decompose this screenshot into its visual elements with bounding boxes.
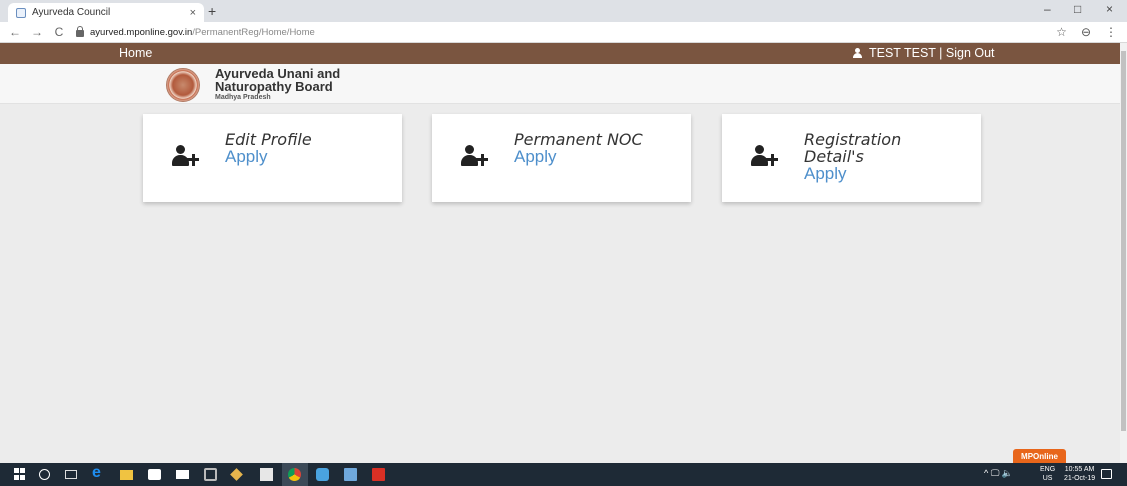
card-title-line-1: Registration: [804, 130, 902, 149]
clock-date: 21-Oct-19: [1064, 475, 1096, 482]
user-menu[interactable]: TEST TEST | Sign Out: [853, 46, 995, 60]
windows-taskbar: e ^ 🖵 🔈 ENG US 10:55 AM 21-Oct-19: [0, 463, 1127, 486]
card-title: Permanent NOC: [514, 130, 643, 149]
url-field[interactable]: ayurved.mponline.gov.in /PermanentReg/Ho…: [76, 24, 315, 40]
brand-header: Ayurveda Unani and Naturopathy Board Mad…: [0, 64, 1120, 104]
browser-tab[interactable]: Ayurveda Council ×: [8, 3, 204, 22]
scrollbar-thumb[interactable]: [1121, 51, 1126, 431]
close-window-button[interactable]: ×: [1106, 2, 1113, 16]
chrome-icon[interactable]: [288, 468, 301, 481]
bookmark-star-icon[interactable]: ☆: [1056, 25, 1067, 39]
new-tab-button[interactable]: +: [208, 3, 216, 19]
add-user-icon: [461, 145, 491, 169]
language-indicator[interactable]: ENG US: [1040, 465, 1055, 483]
url-path: /PermanentReg/Home/Home: [192, 26, 315, 38]
card-title: Edit Profile: [225, 130, 312, 149]
card-title-line-2: Detail's: [804, 147, 864, 166]
file-explorer-icon[interactable]: [120, 470, 133, 480]
back-button[interactable]: ←: [8, 25, 22, 39]
user-icon: [853, 48, 862, 58]
document-icon[interactable]: [344, 468, 357, 481]
brand-line-3: Madhya Pradesh: [215, 94, 271, 101]
registration-details-card[interactable]: Registration Detail's Apply: [722, 114, 981, 202]
mponline-badge[interactable]: MPOnline: [1013, 449, 1066, 464]
clock-time: 10:55 AM: [1064, 466, 1095, 473]
vertical-scrollbar[interactable]: [1120, 43, 1127, 463]
board-logo: [166, 68, 200, 102]
mail-icon[interactable]: [176, 470, 189, 479]
system-tray-icons[interactable]: ^ 🖵 🔈: [984, 468, 1013, 479]
site-navbar: Home TEST TEST | Sign Out: [0, 43, 1120, 64]
brand-line-2: Naturopathy Board: [215, 79, 333, 94]
lock-icon: [76, 25, 84, 37]
edge-browser-icon[interactable]: e: [92, 464, 105, 481]
reload-button[interactable]: C: [52, 25, 66, 39]
address-bar: ← → C ayurved.mponline.gov.in /Permanent…: [0, 22, 1127, 43]
permanent-noc-apply-link[interactable]: Apply: [514, 148, 643, 166]
minimize-button[interactable]: –: [1044, 2, 1051, 16]
tab-title: Ayurveda Council: [32, 7, 111, 18]
maximize-button[interactable]: □: [1074, 2, 1081, 16]
add-user-icon: [751, 145, 781, 169]
registration-details-apply-link[interactable]: Apply: [804, 165, 901, 183]
sticky-notes-icon[interactable]: [260, 468, 273, 481]
pdf-reader-icon[interactable]: [372, 468, 385, 481]
permanent-noc-card[interactable]: Permanent NOC Apply: [432, 114, 691, 202]
favicon-icon: [16, 7, 26, 18]
language-code: ENG: [1040, 466, 1056, 473]
browser-tab-bar: Ayurveda Council × + – □ ×: [0, 0, 1127, 22]
user-signout-link[interactable]: TEST TEST | Sign Out: [869, 46, 995, 60]
region-code: US: [1042, 475, 1053, 482]
url-host: ayurved.mponline.gov.in: [90, 26, 193, 38]
profile-icon[interactable]: ⊖: [1081, 25, 1091, 39]
add-user-icon: [172, 145, 202, 169]
notification-center-icon[interactable]: [1101, 469, 1112, 479]
forward-button[interactable]: →: [30, 25, 44, 39]
home-link[interactable]: Home: [119, 46, 152, 60]
tab-close-icon[interactable]: ×: [190, 7, 196, 19]
browser-menu-icon[interactable]: ⋮: [1105, 25, 1117, 39]
task-view-icon[interactable]: [65, 470, 77, 479]
visual-studio-icon[interactable]: [204, 468, 217, 481]
edit-profile-card[interactable]: Edit Profile Apply: [143, 114, 402, 202]
search-icon[interactable]: [39, 469, 50, 480]
brand-title: Ayurveda Unani and Naturopathy Board Mad…: [215, 67, 340, 102]
edit-profile-apply-link[interactable]: Apply: [225, 148, 312, 166]
windows-start-icon[interactable]: [14, 468, 27, 481]
store-icon[interactable]: [148, 469, 161, 480]
app-utility-icon[interactable]: [316, 468, 329, 481]
system-clock[interactable]: 10:55 AM 21-Oct-19: [1064, 465, 1095, 483]
snipping-tool-icon[interactable]: [230, 468, 243, 481]
